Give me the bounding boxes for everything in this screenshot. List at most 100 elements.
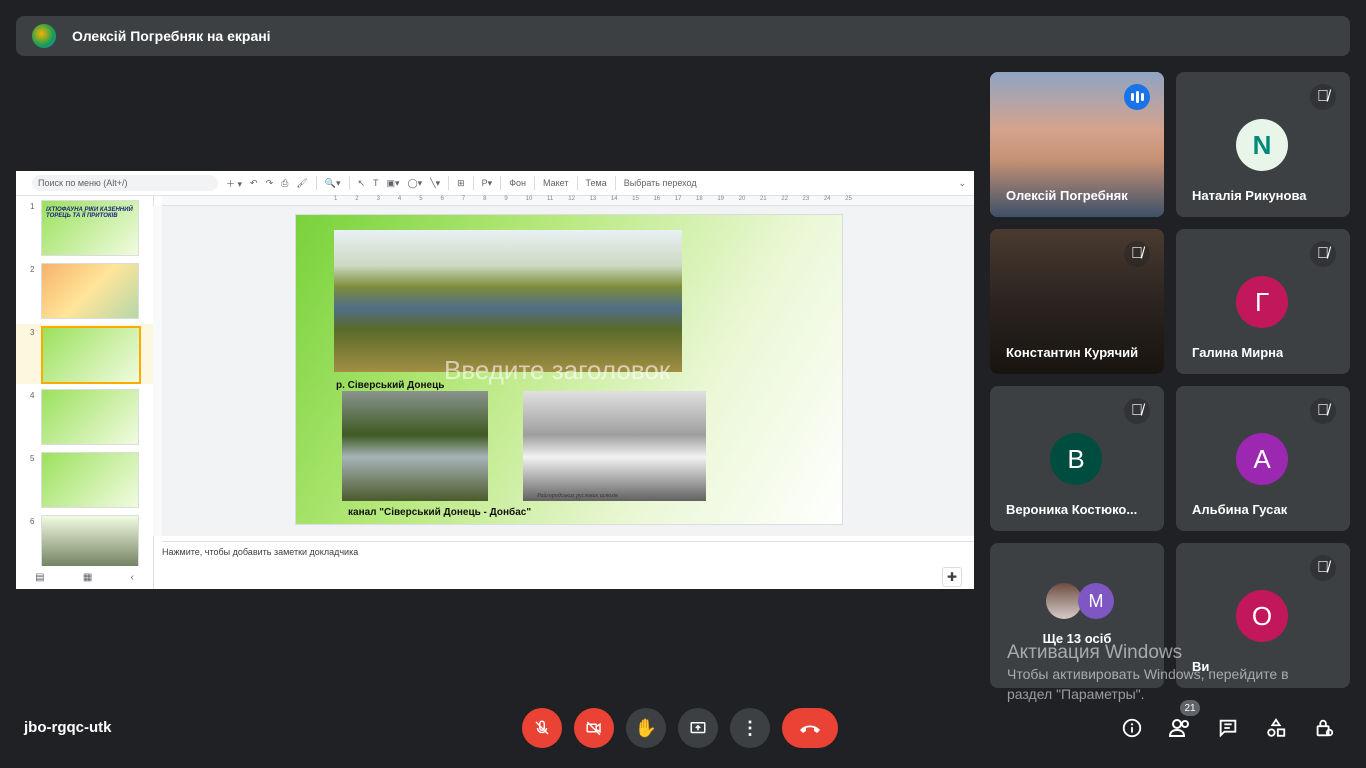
- list-view-icon[interactable]: ▤: [35, 572, 44, 583]
- ruler-tick: 3: [376, 196, 380, 202]
- image-icon[interactable]: ▣▾: [387, 178, 400, 189]
- people-button[interactable]: [1166, 714, 1194, 742]
- raise-hand-button[interactable]: ✋: [626, 708, 666, 748]
- presenter-title: Олексій Погребняк на екрані: [72, 28, 271, 44]
- mic-off-icon: 🎙̸: [1310, 555, 1336, 581]
- meeting-info-button[interactable]: [1118, 714, 1146, 742]
- mic-off-icon: 🎙̸: [1124, 241, 1150, 267]
- background-button[interactable]: Фон: [509, 178, 526, 188]
- transition-button[interactable]: Выбрать переход: [624, 178, 697, 188]
- ruler-tick: 23: [802, 196, 810, 202]
- collapse-panel-icon[interactable]: ‹: [131, 572, 134, 583]
- participant-tile[interactable]: Олексій Погребняк: [990, 72, 1164, 217]
- redo-icon[interactable]: ↷: [266, 178, 274, 189]
- line-icon[interactable]: ╲▾: [430, 178, 440, 189]
- slide-filmstrip[interactable]: 1 ІХТІОФАУНА РІКИ КАЗЕННИЙ ТОРЕЦЬ ТА ЇЇ П…: [16, 196, 154, 566]
- ruler-tick: 2: [355, 196, 359, 202]
- participant-avatar: М: [1078, 583, 1114, 619]
- ruler-tick: 18: [696, 196, 703, 202]
- chat-button[interactable]: [1214, 714, 1242, 742]
- layout-button[interactable]: Макет: [543, 178, 568, 188]
- slide-thumb[interactable]: 1 ІХТІОФАУНА РІКИ КАЗЕННИЙ ТОРЕЦЬ ТА ЇЇ П…: [16, 198, 153, 258]
- menu-search-placeholder: Поиск по меню (Alt+/): [38, 178, 128, 188]
- grid-view-icon[interactable]: ▦: [83, 572, 92, 583]
- current-slide[interactable]: Введите заголовок р. Сіверський Донець Р…: [295, 214, 843, 525]
- participant-avatar: В: [1050, 433, 1102, 485]
- ruler-tick: 14: [610, 196, 618, 202]
- slide-thumb[interactable]: 2: [16, 261, 153, 321]
- zoom-icon[interactable]: 🔍▾: [325, 178, 341, 189]
- slide-thumb[interactable]: 5: [16, 450, 153, 510]
- mic-off-icon: 🎙̸: [1124, 398, 1150, 424]
- ruler-tick: 12: [568, 196, 575, 202]
- slide-canvas[interactable]: Введите заголовок р. Сіверський Донець Р…: [162, 206, 974, 536]
- select-icon[interactable]: ↖: [358, 178, 366, 189]
- activities-button[interactable]: [1262, 714, 1290, 742]
- ruler-ticks: 1 2 3 4 5 6 7 8 9 10 11 12 13 14 15 16 17 18 19 20 21 22 23 24 2…: [334, 196, 866, 202]
- participant-avatar: А: [1236, 433, 1288, 485]
- participant-tile[interactable]: 🎙̸ N Наталія Рикунова: [1176, 72, 1350, 217]
- participant-tile[interactable]: 🎙̸ Константин Курячий: [990, 229, 1164, 374]
- participant-count-badge: 21: [1180, 700, 1200, 716]
- slide-number: 5: [30, 454, 35, 463]
- ruler-tick: 8: [483, 196, 487, 202]
- print-icon[interactable]: ⎙: [281, 178, 288, 189]
- ruler-tick: 13: [589, 196, 597, 202]
- explore-icon[interactable]: ✚: [942, 567, 962, 587]
- slide-preview: [41, 515, 139, 566]
- slide-thumb-selected[interactable]: 3: [16, 324, 153, 384]
- info-icon: [1122, 718, 1142, 738]
- slide-preview: ІХТІОФАУНА РІКИ КАЗЕННИЙ ТОРЕЦЬ ТА ЇЇ ПР…: [41, 200, 139, 256]
- ruler-tick: 22: [781, 196, 788, 202]
- present-button[interactable]: [678, 708, 718, 748]
- participant-name: Вероника Костюко...: [1006, 502, 1138, 517]
- slide-preview: [41, 389, 139, 445]
- menu-search[interactable]: Поиск по меню (Alt+/): [32, 175, 218, 191]
- collapse-icon[interactable]: ⌄: [958, 178, 966, 189]
- activities-icon: [1267, 718, 1286, 737]
- ruler-tick: 25: [845, 196, 852, 202]
- participant-avatar: О: [1236, 590, 1288, 642]
- mic-toggle-button[interactable]: [522, 708, 562, 748]
- mic-off-icon: 🎙̸: [1310, 241, 1336, 267]
- textbox-icon[interactable]: T: [373, 178, 379, 188]
- new-slide-button[interactable]: ＋ ▾: [226, 177, 242, 190]
- theme-button[interactable]: Тема: [586, 178, 607, 188]
- watermark-text: Чтобы активировать Windows, перейдите в …: [1007, 666, 1289, 702]
- slides-toolbar: Поиск по меню (Alt+/) ＋ ▾ ↶ ↷ ⎙ 🖌 🔍▾ ↖ T…: [16, 171, 974, 196]
- paint-format-icon[interactable]: 🖌: [296, 178, 307, 189]
- slide-preview: [41, 326, 141, 384]
- comment-icon[interactable]: ⊞: [457, 178, 465, 189]
- participant-avatar: Г: [1236, 276, 1288, 328]
- leave-call-button[interactable]: [782, 708, 838, 748]
- ruler-tick: 16: [653, 196, 661, 202]
- participant-tile[interactable]: 🎙̸ В Вероника Костюко...: [990, 386, 1164, 531]
- ruler-tick: 20: [738, 196, 746, 202]
- undo-icon[interactable]: ↶: [250, 178, 258, 189]
- slide-thumb[interactable]: 6: [16, 513, 153, 566]
- slide-number: 2: [30, 265, 35, 274]
- mic-off-icon: 🎙̸: [1310, 84, 1336, 110]
- notes-placeholder: Нажмите, чтобы добавить заметки докладчи…: [162, 547, 359, 557]
- participant-avatar: N: [1236, 119, 1288, 171]
- more-vert-icon: ⋮: [741, 717, 759, 738]
- participant-tile[interactable]: 🎙̸ А Альбина Гусак: [1176, 386, 1350, 531]
- speaker-notes[interactable]: Нажмите, чтобы добавить заметки докладчи…: [162, 541, 974, 590]
- slide-number: 1: [30, 202, 35, 211]
- slide-thumb[interactable]: 4: [16, 387, 153, 447]
- more-options-button[interactable]: ⋮: [730, 708, 770, 748]
- ruler-tick: 11: [546, 196, 554, 202]
- ruler-tick: 9: [504, 196, 508, 202]
- participant-avatar: [1046, 583, 1082, 619]
- host-controls-button[interactable]: [1310, 714, 1338, 742]
- slide-number: 6: [30, 517, 35, 526]
- present-screen-icon: [690, 722, 706, 734]
- ruler-tick: 15: [632, 196, 639, 202]
- participant-tile[interactable]: 🎙̸ Г Галина Мирна: [1176, 229, 1350, 374]
- camera-toggle-button[interactable]: [574, 708, 614, 748]
- shape-icon[interactable]: ◯▾: [408, 178, 423, 189]
- participant-name: Альбина Гусак: [1192, 502, 1288, 517]
- slide-number: 3: [30, 328, 35, 337]
- meeting-code: jbo-rgqc-utk: [24, 719, 112, 736]
- pen-icon[interactable]: P▾: [482, 178, 493, 189]
